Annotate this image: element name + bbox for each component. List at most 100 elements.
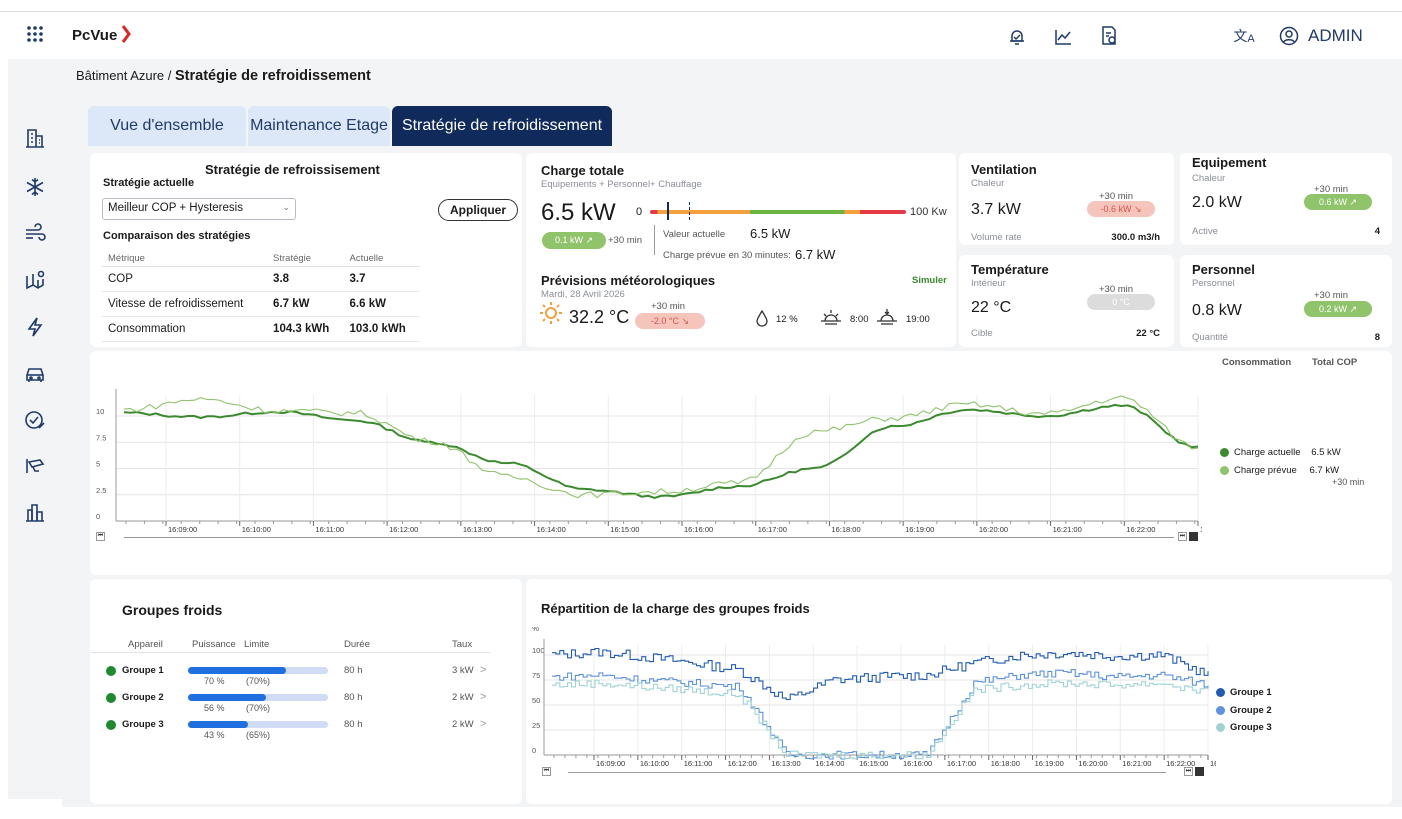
- legend-item[interactable]: Groupe 1: [1216, 687, 1272, 698]
- humidity-icon: [754, 309, 770, 327]
- repartition-chart[interactable]: %025507510016:09:00 16:10:00 16:11:00 16:12…: [528, 627, 1216, 777]
- scroll-track[interactable]: [568, 772, 1166, 773]
- weather-title: Prévisions météorologiques: [541, 273, 716, 288]
- power-pct: 70 %: [204, 676, 225, 686]
- table-view-icon[interactable]: [1189, 532, 1198, 541]
- card-subtitle: Personnel: [1192, 278, 1235, 289]
- strategy-cell: 104.3 kWh: [267, 316, 344, 342]
- personnel-card[interactable]: Personnel Personnel 0.8 kW +30 min 0.2 k…: [1180, 255, 1392, 347]
- app-grid-icon[interactable]: [24, 23, 46, 45]
- legend-label: Charge actuelle: [1234, 447, 1301, 458]
- y-tick-label: 100: [532, 646, 545, 655]
- y-tick-label: 50: [532, 696, 540, 705]
- table-view-icon[interactable]: [1195, 767, 1204, 776]
- group-row[interactable]: Groupe 3 43 % (65%) 80 h 2 kW >: [90, 718, 500, 742]
- tab-total-cop[interactable]: Total COP: [1312, 357, 1357, 368]
- legend-item[interactable]: Charge actuelle 6.5 kW: [1220, 447, 1341, 458]
- scroll-end-icon[interactable]: ⏭: [1178, 532, 1187, 541]
- col-power: Puissance: [192, 639, 236, 650]
- y-tick-label: 10: [96, 407, 104, 416]
- tab-maintenance[interactable]: Maintenance Etage: [248, 106, 390, 146]
- scroll-end-icon[interactable]: ⏭: [1184, 767, 1193, 776]
- card-title: Equipement: [1192, 155, 1267, 170]
- status-dot-icon: [106, 720, 116, 730]
- card-foot-label: Cible: [971, 328, 993, 339]
- ventilation-card[interactable]: Ventilation Chaleur 3.7 kW +30 min -0.6 …: [959, 153, 1174, 245]
- metric-cell: COP: [102, 266, 268, 292]
- wind-icon[interactable]: [24, 222, 46, 244]
- legend-swatch: [1216, 687, 1225, 697]
- repartition-scrollbar[interactable]: ⏮ ⏭: [542, 765, 1222, 779]
- status-dot-icon: [106, 693, 116, 703]
- scroll-start-icon[interactable]: ⏮: [96, 532, 105, 541]
- lightning-icon[interactable]: [24, 316, 46, 338]
- group-name: Groupe 2: [122, 692, 164, 703]
- page-title: Stratégie de refroidissement: [175, 68, 371, 84]
- charge-trend-badge: 0.1 kW ↗: [542, 232, 606, 249]
- chevron-right-icon[interactable]: >: [480, 691, 486, 703]
- y-tick-label: 75: [532, 671, 540, 680]
- group-row[interactable]: Groupe 1 70 % (70%) 80 h 3 kW >: [90, 664, 500, 688]
- card-value: 2.0 kW: [1192, 194, 1242, 211]
- legend-item[interactable]: Groupe 2: [1216, 705, 1272, 716]
- equipement-card[interactable]: Equipement Chaleur 2.0 kW +30 min 0.6 kW…: [1180, 153, 1392, 245]
- tab-overview[interactable]: Vue d'ensemble: [88, 106, 246, 146]
- translate-icon[interactable]: 文A: [1232, 25, 1256, 47]
- top-bar: PcVue 文A ADMIN: [0, 13, 1402, 59]
- col-strategy: Stratégie: [267, 251, 344, 267]
- snowflake-icon[interactable]: [24, 176, 46, 198]
- scroll-track[interactable]: [124, 537, 1174, 538]
- col-metric: Métrique: [102, 251, 268, 267]
- chevron-right-icon[interactable]: >: [480, 664, 486, 676]
- strategy-title: Stratégie de refroissisement: [205, 162, 380, 177]
- card-delta-badge: 0 °C: [1087, 294, 1155, 310]
- city-icon[interactable]: [24, 501, 46, 523]
- card-subtitle: Chaleur: [1192, 173, 1226, 184]
- tab-consumption[interactable]: Consommation: [1222, 357, 1291, 368]
- legend-item[interactable]: Charge prévue 6.7 kW: [1220, 465, 1339, 476]
- groups-panel: Groupes froids Appareil Puissance Limite…: [90, 579, 522, 804]
- tab-cooling-strategy[interactable]: Stratégie de refroidissement: [392, 106, 612, 146]
- col-duration: Durée: [344, 639, 370, 650]
- breadcrumb-parent[interactable]: Bâtiment Azure /: [76, 68, 171, 83]
- charge-panel: Charge totale Equipements + Personnel+ C…: [526, 153, 956, 347]
- legend-label: Groupe 1: [1230, 687, 1272, 698]
- strategy-select[interactable]: Meilleur COP + Hysteresis ⌄: [102, 198, 296, 220]
- trend-chart-icon[interactable]: [1052, 26, 1074, 48]
- y-axis-label: %: [532, 627, 539, 633]
- simulate-link[interactable]: Simuler: [912, 275, 947, 286]
- card-delta-badge: -0.6 kW ↘: [1087, 201, 1155, 217]
- scroll-start-icon[interactable]: ⏮: [542, 767, 551, 776]
- chevron-right-icon[interactable]: >: [480, 718, 486, 730]
- comparison-title: Comparaison des stratégies: [103, 230, 251, 242]
- actual-label: Valeur actuelle: [663, 229, 726, 240]
- user-name[interactable]: ADMIN: [1308, 26, 1363, 46]
- trend-scrollbar[interactable]: ⏮ ⏭: [96, 530, 1198, 544]
- trend-chart[interactable]: kW02.557.51016:09:0016:10:0016:11:0016:1…: [92, 381, 1202, 546]
- card-foot-label: Volume rate: [971, 232, 1022, 243]
- table-row: COP 3.8 3.7: [102, 266, 420, 292]
- card-title: Personnel: [1192, 262, 1255, 277]
- power-limit: (70%): [246, 703, 271, 713]
- building-icon[interactable]: [24, 127, 46, 149]
- report-icon[interactable]: [1098, 25, 1120, 47]
- car-icon[interactable]: [24, 363, 46, 385]
- y-tick-label: 5: [96, 460, 100, 469]
- weather-temp: 32.2 °C: [569, 307, 630, 327]
- actual-cell: 3.7: [343, 266, 420, 292]
- gauge-icon[interactable]: [24, 409, 46, 431]
- card-delta-badge: 0.2 kW ↗: [1304, 301, 1372, 317]
- map-pin-icon[interactable]: [24, 269, 46, 291]
- legend-item[interactable]: Groupe 3: [1216, 722, 1272, 733]
- camera-icon[interactable]: [24, 455, 46, 477]
- group-row[interactable]: Groupe 2 56 % (70%) 80 h 2 kW >: [90, 691, 500, 715]
- user-icon[interactable]: [1278, 25, 1300, 47]
- actual-cell: 103.0 kWh: [343, 316, 420, 342]
- groups-header: Appareil Puissance Limite Durée Taux: [90, 639, 490, 653]
- temperature-card[interactable]: Température Intérieur 22 °C +30 min 0 °C…: [959, 255, 1174, 347]
- gauge-max: 100 Kw: [910, 206, 947, 218]
- apply-button[interactable]: Appliquer: [438, 199, 518, 221]
- repartition-panel: Répartition de la charge des groupes fro…: [526, 579, 1392, 804]
- series-line-2: [552, 669, 1209, 760]
- alarm-bell-icon[interactable]: [1006, 26, 1028, 48]
